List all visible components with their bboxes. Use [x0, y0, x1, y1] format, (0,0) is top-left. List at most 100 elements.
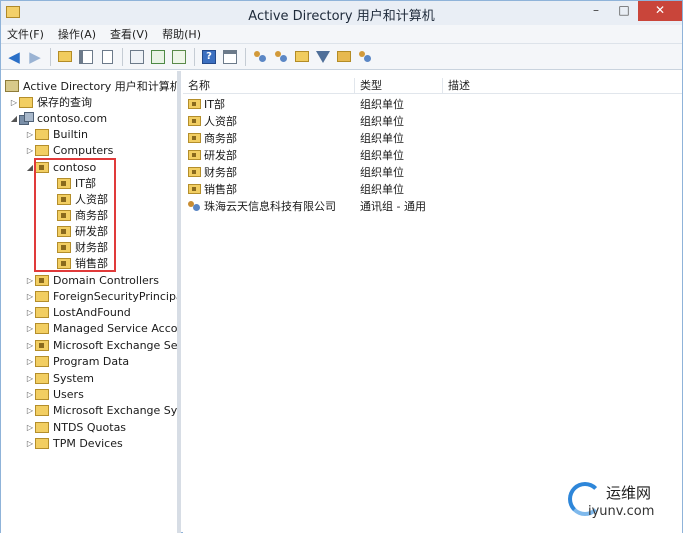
menu-action[interactable]: 操作(A): [58, 26, 96, 42]
red-highlight-box: [34, 158, 116, 272]
watermark-logo: 运维网 iyunv.com: [564, 480, 674, 524]
tree-root[interactable]: Active Directory 用户和计算机: [5, 78, 177, 94]
copy-icon[interactable]: [98, 48, 116, 66]
tree-item-lostandfound[interactable]: ▷ LostAndFound: [25, 304, 131, 320]
tree-item-label: Users: [53, 387, 84, 401]
watermark-name: 运维网: [606, 484, 652, 502]
expand-icon[interactable]: ▷: [25, 130, 35, 139]
forward-arrow-icon[interactable]: ▶: [26, 48, 44, 66]
tree-item-domain-controllers[interactable]: ▷ Domain Controllers: [25, 272, 159, 288]
tree-item-label: Microsoft Exchange Sy: [53, 403, 178, 417]
expand-icon[interactable]: ▷: [9, 98, 19, 107]
help-icon[interactable]: ?: [200, 48, 218, 66]
tree-item-label: Builtin: [53, 127, 88, 141]
column-header-type[interactable]: 类型: [355, 78, 443, 94]
column-header-name[interactable]: 名称: [183, 78, 355, 94]
expand-icon[interactable]: ▷: [25, 357, 35, 366]
tree-item-tpm-devices[interactable]: ▷ TPM Devices: [25, 435, 123, 451]
tree-item-exchange-se[interactable]: ▷ Microsoft Exchange Se: [25, 337, 178, 353]
console-tree[interactable]: Active Directory 用户和计算机 ▷ 保存的查询 ◢ contos…: [1, 71, 181, 533]
refresh-icon[interactable]: [149, 48, 167, 66]
find-icon[interactable]: [356, 48, 374, 66]
tree-item-computers[interactable]: ▷ Computers: [25, 142, 114, 158]
ou-icon: [188, 149, 201, 160]
tree-saved-queries[interactable]: ▷ 保存的查询: [9, 94, 92, 110]
row-type: 组织单位: [360, 97, 404, 111]
up-folder-icon[interactable]: [56, 48, 74, 66]
expand-icon[interactable]: ▷: [25, 292, 35, 301]
folder-icon: [35, 290, 49, 302]
maximize-button[interactable]: □: [610, 1, 638, 21]
minimize-button[interactable]: –: [582, 1, 610, 21]
list-row[interactable]: 销售部 组织单位: [183, 180, 682, 197]
row-name: 商务部: [204, 131, 237, 145]
menu-help[interactable]: 帮助(H): [162, 26, 201, 42]
tree-item-builtin[interactable]: ▷ Builtin: [25, 126, 88, 142]
ou-icon: [188, 183, 201, 194]
ou-icon: [188, 115, 201, 126]
ou-icon: [188, 166, 201, 177]
properties-icon[interactable]: [128, 48, 146, 66]
filter-icon[interactable]: [314, 48, 332, 66]
tree-item-label: ForeignSecurityPrincipa: [53, 289, 181, 303]
folder-icon: [19, 96, 33, 108]
toolbar: ◀ ▶ ?: [1, 44, 682, 70]
list-row[interactable]: IT部 组织单位: [183, 95, 682, 112]
expand-icon[interactable]: ▷: [25, 146, 35, 155]
title-bar: Active Directory 用户和计算机 – □ ✕: [1, 1, 682, 25]
view-icon[interactable]: [221, 48, 239, 66]
window-title: Active Directory 用户和计算机: [248, 9, 435, 24]
expand-icon[interactable]: ▷: [25, 406, 35, 415]
folder-icon: [35, 322, 49, 334]
watermark-url: iyunv.com: [588, 504, 655, 519]
tree-item-program-data[interactable]: ▷ Program Data: [25, 353, 129, 369]
list-row[interactable]: 珠海云天信息科技有限公司 通讯组 - 通用: [183, 197, 682, 214]
tree-item-system[interactable]: ▷ System: [25, 370, 94, 386]
folder-icon: [35, 388, 49, 400]
expand-icon[interactable]: ▷: [25, 276, 35, 285]
expand-icon[interactable]: ▷: [25, 374, 35, 383]
expand-icon[interactable]: ▷: [25, 341, 35, 350]
new-user-icon[interactable]: [251, 48, 269, 66]
tree-item-msa[interactable]: ▷ Managed Service Acco: [25, 320, 177, 336]
column-header-description[interactable]: 描述: [443, 78, 682, 94]
expand-icon[interactable]: ▷: [25, 324, 35, 333]
expand-icon[interactable]: ▷: [25, 439, 35, 448]
expand-icon[interactable]: ▷: [25, 390, 35, 399]
expand-icon[interactable]: ▷: [25, 308, 35, 317]
back-arrow-icon[interactable]: ◀: [5, 48, 23, 66]
show-tree-icon[interactable]: [77, 48, 95, 66]
tree-domain[interactable]: ◢ contoso.com: [9, 110, 107, 126]
details-pane[interactable]: 名称 类型 描述 IT部 组织单位 人资部 组织单位 商务部 组织单位 研发部 …: [183, 71, 682, 533]
list-row[interactable]: 财务部 组织单位: [183, 163, 682, 180]
menu-view[interactable]: 查看(V): [110, 26, 148, 42]
collapse-icon[interactable]: ◢: [9, 114, 19, 123]
tree-item-label: Domain Controllers: [53, 273, 160, 287]
list-row[interactable]: 商务部 组织单位: [183, 129, 682, 146]
tree-item-ntds-quotas[interactable]: ▷ NTDS Quotas: [25, 419, 126, 435]
export-icon[interactable]: [170, 48, 188, 66]
list-row[interactable]: 人资部 组织单位: [183, 112, 682, 129]
row-type: 组织单位: [360, 131, 404, 145]
new-ou-icon[interactable]: [293, 48, 311, 66]
ou-icon: [188, 98, 201, 109]
tree-item-label: LostAndFound: [53, 305, 131, 319]
tree-item-label: Microsoft Exchange Se: [53, 338, 178, 352]
tree-item-label: contoso.com: [37, 111, 108, 125]
list-header: 名称 类型 描述: [183, 78, 682, 94]
row-name: IT部: [204, 97, 225, 111]
new-group-icon[interactable]: [272, 48, 290, 66]
row-type: 组织单位: [360, 165, 404, 179]
tree-item-fsp[interactable]: ▷ ForeignSecurityPrincipa: [25, 288, 181, 304]
mmc-window: Active Directory 用户和计算机 – □ ✕ 文件(F) 操作(A…: [0, 0, 683, 533]
row-name: 财务部: [204, 165, 237, 179]
expand-icon[interactable]: ▷: [25, 423, 35, 432]
close-button[interactable]: ✕: [638, 1, 682, 21]
tree-item-exchange-sy[interactable]: ▷ Microsoft Exchange Sy: [25, 402, 177, 418]
delegate-icon[interactable]: [335, 48, 353, 66]
menu-file[interactable]: 文件(F): [7, 26, 44, 42]
domain-icon: [19, 112, 34, 125]
tree-item-users[interactable]: ▷ Users: [25, 386, 84, 402]
row-type: 组织单位: [360, 114, 404, 128]
list-row[interactable]: 研发部 组织单位: [183, 146, 682, 163]
